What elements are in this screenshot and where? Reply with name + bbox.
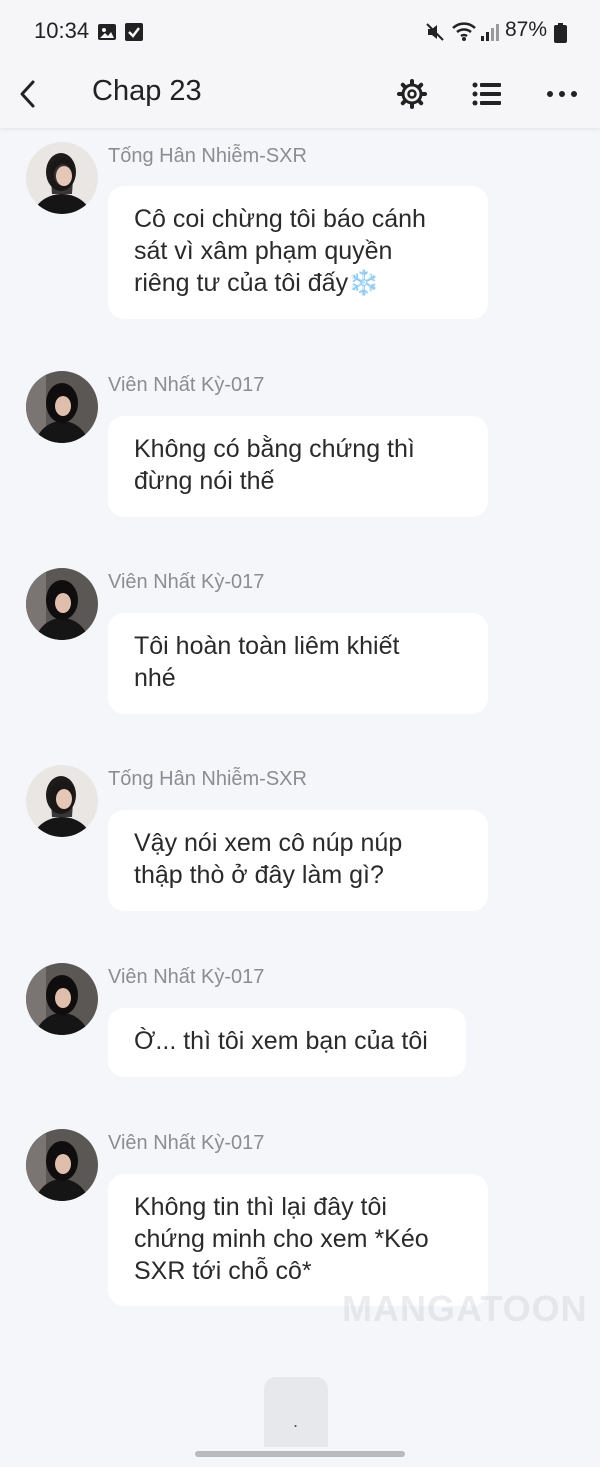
battery-icon (554, 23, 567, 48)
sender-name: Tống Hân Nhiễm-SXR (108, 768, 307, 790)
gear-icon[interactable] (392, 74, 432, 114)
app-bar: Chap 23 (0, 62, 600, 128)
avatar[interactable] (26, 765, 98, 837)
image-icon (97, 22, 117, 47)
sender-name: Viên Nhất Kỳ-017 (108, 374, 265, 396)
sender-name: Viên Nhất Kỳ-017 (108, 571, 265, 593)
signal-icon (480, 22, 500, 47)
status-bar: 10:34 87% (0, 0, 600, 62)
page-title: Chap 23 (92, 75, 202, 107)
message-bubble: Vậy nói xem cô núp núp thập thò ở đây là… (108, 810, 488, 911)
battery-percent: 87% (505, 18, 548, 41)
message-bubble: Ờ... thì tôi xem bạn của tôi (108, 1008, 466, 1077)
sender-name: Viên Nhất Kỳ-017 (108, 1132, 265, 1154)
avatar[interactable] (26, 568, 98, 640)
next-tab[interactable]: . (264, 1377, 328, 1447)
message-bubble: Cô coi chừng tôi báo cánh sát vì xâm phạ… (108, 186, 488, 319)
wifi-icon (451, 20, 477, 47)
sender-name: Tống Hân Nhiễm-SXR (108, 145, 307, 167)
more-icon[interactable] (542, 74, 582, 114)
check-square-icon (124, 22, 144, 47)
message-bubble: Tôi hoàn toàn liêm khiết nhé (108, 613, 488, 714)
message-bubble: Không có bằng chứng thì đừng nói thế (108, 416, 488, 517)
list-icon[interactable] (467, 74, 507, 114)
mute-icon (425, 22, 445, 47)
status-time: 10:34 (34, 18, 90, 43)
home-indicator[interactable] (195, 1451, 405, 1457)
sender-name: Viên Nhất Kỳ-017 (108, 966, 265, 988)
next-tab-text: . (293, 1411, 299, 1431)
avatar[interactable] (26, 371, 98, 443)
avatar[interactable] (26, 963, 98, 1035)
avatar[interactable] (26, 142, 98, 214)
avatar[interactable] (26, 1129, 98, 1201)
back-arrow-icon[interactable] (8, 74, 48, 114)
watermark: MANGATOON (342, 1288, 588, 1329)
message-bubble: Không tin thì lại đây tôi chứng minh cho… (108, 1174, 488, 1306)
